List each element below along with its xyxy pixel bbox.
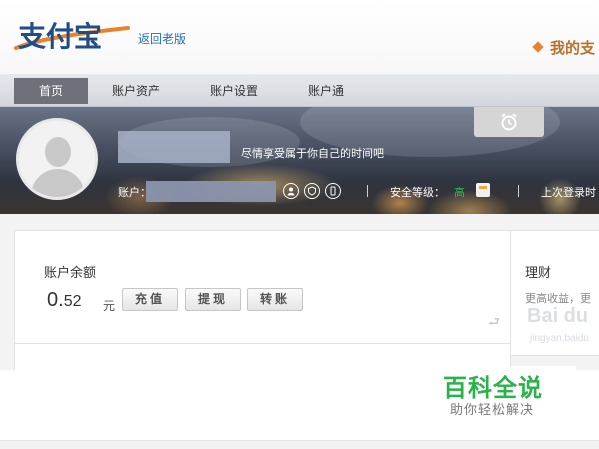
shield-badge-icon[interactable] bbox=[304, 183, 320, 199]
avatar[interactable] bbox=[16, 118, 98, 200]
balance-amount-dec: 52 bbox=[63, 293, 82, 310]
security-card-icon[interactable] bbox=[476, 183, 490, 197]
security-level-value: 高 bbox=[454, 186, 465, 199]
avatar-body-silhouette bbox=[31, 169, 85, 197]
balance-unit: 元 bbox=[103, 299, 116, 313]
site-header: 支付宝 返回老版 我的支 bbox=[0, 0, 599, 74]
recharge-button[interactable]: 充值 bbox=[122, 288, 178, 311]
return-arrow-icon[interactable]: ⮐ bbox=[488, 313, 500, 335]
baike-watermark-title: 百科全说 bbox=[443, 374, 543, 402]
main-nav: 首页 账户资产 账户设置 账户通 bbox=[0, 74, 599, 107]
finance-title: 理财 bbox=[525, 266, 552, 281]
divider bbox=[367, 185, 368, 197]
baike-watermark-subtitle: 助你轻松解决 bbox=[450, 403, 535, 418]
alipay-logo[interactable]: 支付宝 bbox=[12, 14, 132, 58]
jingyan-watermark: jingyan.baidu bbox=[530, 333, 589, 344]
balance-amount-int: 0. bbox=[47, 289, 64, 311]
transfer-button[interactable]: 转账 bbox=[247, 288, 303, 311]
nav-tab-account-assets[interactable]: 账户资产 bbox=[100, 78, 172, 104]
user-circle-icon[interactable] bbox=[283, 183, 299, 199]
mobile-phone-icon[interactable] bbox=[325, 183, 341, 199]
logo-text: 支付宝 bbox=[18, 20, 102, 53]
divider bbox=[0, 440, 599, 441]
avatar-head-silhouette bbox=[45, 137, 71, 167]
nav-tab-account-link[interactable]: 账户通 bbox=[296, 78, 356, 104]
alarm-clock-icon bbox=[501, 113, 517, 131]
alarm-button[interactable] bbox=[474, 107, 544, 137]
nav-tab-home[interactable]: 首页 bbox=[14, 78, 88, 104]
divider bbox=[518, 185, 519, 197]
nav-tab-account-settings[interactable]: 账户设置 bbox=[198, 78, 270, 104]
my-alipay-title[interactable]: 我的支 bbox=[532, 37, 596, 58]
profile-slogan: 尽情享受属于你自己的时间吧 bbox=[241, 147, 384, 160]
last-login-label: 上次登录时 bbox=[541, 186, 596, 199]
finance-subtitle: 更高收益，更 bbox=[525, 292, 591, 305]
profile-banner: 尽情享受属于你自己的时间吧 账户： 安全等级： 高 上次登录时 bbox=[0, 107, 599, 214]
balance-card: 账户余额 0.52 元 充值 提现 转账 ⮐ bbox=[14, 230, 511, 344]
my-alipay-label: 我的支 bbox=[550, 39, 596, 57]
username-redacted bbox=[118, 131, 230, 163]
baidu-watermark: Bai du bbox=[527, 305, 589, 327]
balance-title: 账户余额 bbox=[44, 266, 97, 281]
account-redacted bbox=[146, 181, 276, 202]
security-level-label: 安全等级： bbox=[390, 186, 445, 199]
back-to-old-version-link[interactable]: 返回老版 bbox=[138, 30, 186, 47]
diamond-bullet-icon bbox=[532, 41, 544, 53]
withdraw-button[interactable]: 提现 bbox=[185, 288, 241, 311]
balance-amount: 0.52 bbox=[47, 289, 81, 312]
